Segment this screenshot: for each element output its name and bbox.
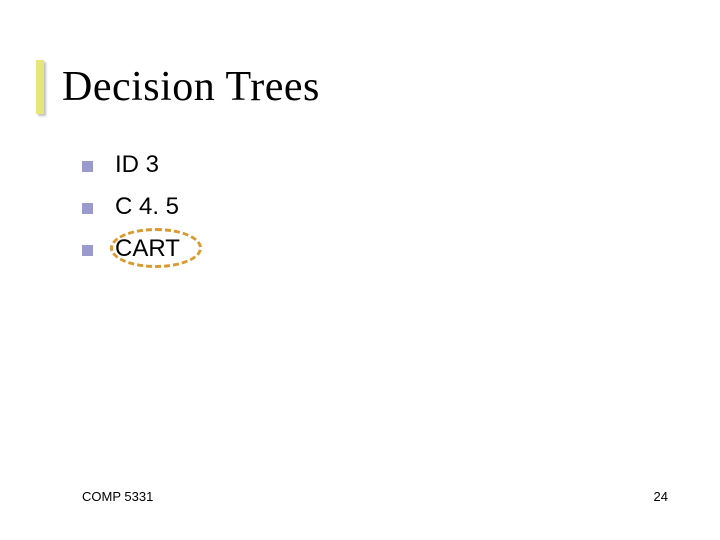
bullet-icon [82,203,93,214]
accent-bar [36,60,44,114]
list-item: ID 3 [82,148,180,182]
title-area: Decision Trees [36,60,320,114]
footer-course-code: COMP 5331 [82,489,153,504]
bullet-icon [82,161,93,172]
list-item: CART [82,232,180,266]
bullet-text: C 4. 5 [115,193,179,221]
bullet-text: ID 3 [115,151,159,179]
bullet-text: CART [115,235,180,263]
slide-title: Decision Trees [62,63,320,111]
list-item: C 4. 5 [82,190,180,224]
footer-page-number: 24 [654,489,668,504]
slide: Decision Trees ID 3 C 4. 5 CART COMP 533… [0,0,720,540]
bullet-list: ID 3 C 4. 5 CART [82,148,180,274]
bullet-icon [82,245,93,256]
